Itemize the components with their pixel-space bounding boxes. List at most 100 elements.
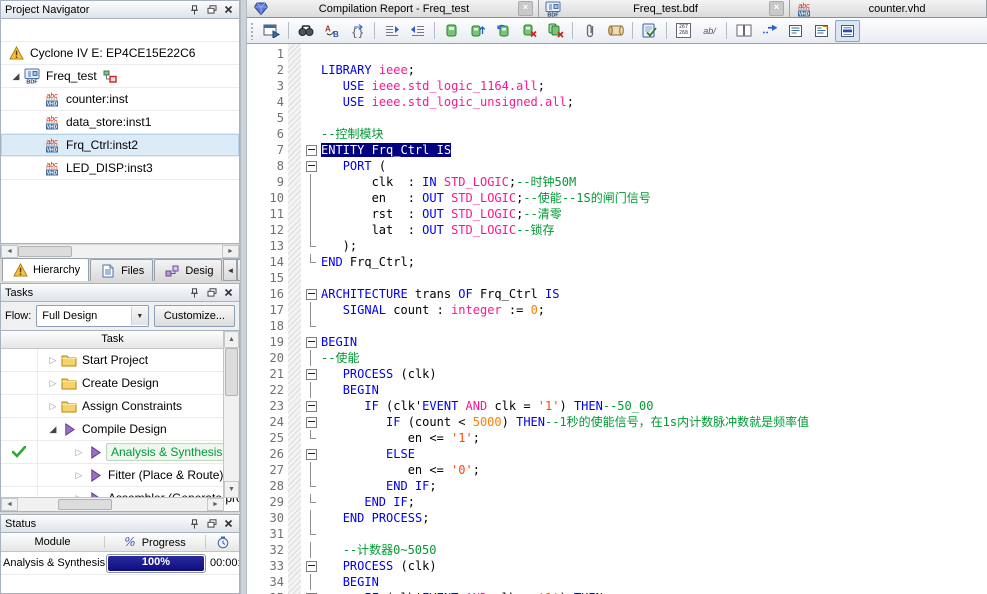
project-tree[interactable]: Cyclone IV E: EP4CE15E22C6 ◢ BDF Freq_test a… <box>0 19 240 244</box>
fold-margin[interactable] <box>304 558 318 574</box>
fold-margin[interactable] <box>304 142 318 158</box>
navigator-tab-hierarchy[interactable]: Hierarchy <box>2 258 90 281</box>
task-row[interactable]: ▷ Create Design <box>1 372 224 395</box>
replace-button[interactable]: AB <box>319 20 344 42</box>
close-icon[interactable] <box>222 518 235 530</box>
expander-icon[interactable]: ▷ <box>46 401 60 412</box>
close-icon[interactable] <box>222 287 235 299</box>
flow-select[interactable]: Full Design ▼ <box>36 305 149 327</box>
split-window-button[interactable] <box>731 20 756 42</box>
fold-margin[interactable] <box>304 334 318 350</box>
document-tab[interactable]: Compilation Report - Freq_test × <box>247 0 539 17</box>
customize-button[interactable]: Customize... <box>153 305 235 327</box>
fold-margin[interactable] <box>304 398 318 414</box>
navigator-tab-files[interactable]: Files <box>90 259 154 281</box>
scroll-left-icon[interactable]: ◄ <box>1 245 18 258</box>
fold-margin[interactable] <box>304 446 318 462</box>
time-column-header[interactable] <box>206 534 239 550</box>
pin-icon[interactable] <box>188 518 201 530</box>
close-tab-icon[interactable]: × <box>518 1 533 16</box>
expander-icon[interactable]: ▷ <box>72 470 86 481</box>
fold-margin[interactable] <box>304 414 318 430</box>
fold-collapse-icon[interactable] <box>306 145 317 156</box>
document-tab[interactable]: abc VHD counter.vhd <box>790 0 987 17</box>
scrollbar-thumb[interactable] <box>225 348 238 396</box>
panel-splitter[interactable] <box>240 0 247 594</box>
scroll-left-icon[interactable]: ◄ <box>1 498 18 511</box>
scroll-up-icon[interactable]: ▲ <box>224 331 239 348</box>
chevron-down-icon[interactable]: ▼ <box>130 307 148 325</box>
clear-all-bookmarks-button[interactable] <box>543 20 568 42</box>
tasks-vscrollbar[interactable]: ▲ ▼ <box>223 331 239 498</box>
expander-icon[interactable]: ▷ <box>46 378 60 389</box>
fold-collapse-icon[interactable] <box>306 161 317 172</box>
fold-collapse-icon[interactable] <box>306 337 317 348</box>
fold-collapse-icon[interactable] <box>306 289 317 300</box>
find-button[interactable] <box>293 20 318 42</box>
scroll-right-icon[interactable]: ► <box>207 498 224 511</box>
task-column-header[interactable]: Task <box>1 331 224 349</box>
fold-view-button[interactable] <box>809 20 834 42</box>
toggle-bookmark-button[interactable] <box>439 20 464 42</box>
fold-collapse-icon[interactable] <box>306 369 317 380</box>
float-icon[interactable] <box>205 518 218 530</box>
navigator-hscrollbar[interactable]: ◄ ► <box>0 244 240 259</box>
expander-icon[interactable]: ▷ <box>72 447 86 458</box>
match-brace-button[interactable]: {} <box>345 20 370 42</box>
fold-collapse-icon[interactable] <box>306 401 317 412</box>
clear-bookmark-button[interactable] <box>517 20 542 42</box>
dock-window-button[interactable] <box>259 20 284 42</box>
pin-icon[interactable] <box>188 4 201 16</box>
tab-scroll-left-icon[interactable]: ◄ <box>223 259 238 281</box>
insert-template-button[interactable] <box>603 20 628 42</box>
fold-margin[interactable] <box>304 590 318 594</box>
fold-margin[interactable] <box>304 286 318 302</box>
previous-bookmark-button[interactable] <box>491 20 516 42</box>
tree-item[interactable]: abc VHD Frq_Ctrl:inst2 <box>1 134 239 157</box>
fold-collapse-icon[interactable] <box>306 417 317 428</box>
insert-file-button[interactable] <box>577 20 602 42</box>
expander-icon[interactable]: ◢ <box>9 71 23 82</box>
whitespace-button[interactable]: ab/ <box>697 20 722 42</box>
analyze-file-button[interactable] <box>637 20 662 42</box>
expander-icon[interactable]: ◢ <box>46 424 60 435</box>
line-count-button[interactable]: 267 268 <box>671 20 696 42</box>
show-lines-button[interactable] <box>783 20 808 42</box>
tree-item[interactable]: abc VHD LED_DISP:inst3 <box>1 157 239 180</box>
code-editor[interactable]: 1 2 LIBRARY ieee; 3 USE ieee.std_logic_1164… <box>247 44 987 594</box>
scrollbar-thumb[interactable] <box>18 246 72 257</box>
task-row[interactable]: ▷ Assign Constraints <box>1 395 224 418</box>
pin-icon[interactable] <box>188 287 201 299</box>
scroll-right-icon[interactable]: ► <box>222 245 239 258</box>
goto-line-button[interactable] <box>757 20 782 42</box>
tree-item[interactable]: abc VHD counter:inst <box>1 88 239 111</box>
fold-margin[interactable] <box>304 158 318 174</box>
scroll-down-icon[interactable]: ▼ <box>224 481 239 498</box>
tree-item[interactable]: Cyclone IV E: EP4CE15E22C6 <box>1 42 239 65</box>
module-column-header[interactable]: Module <box>1 536 105 548</box>
tree-item[interactable]: abc VHD data_store:inst1 <box>1 111 239 134</box>
indent-button[interactable] <box>379 20 404 42</box>
document-tab[interactable]: BDF Freq_test.bdf × <box>539 0 790 17</box>
toolbar-grip[interactable] <box>250 21 255 40</box>
task-row[interactable]: ▷ Fitter (Place & Route) <box>1 464 224 487</box>
outdent-button[interactable] <box>405 20 430 42</box>
float-icon[interactable] <box>205 4 218 16</box>
scrollbar-thumb[interactable] <box>58 499 112 510</box>
task-row[interactable]: ◢ Compile Design <box>1 418 224 441</box>
fold-collapse-icon[interactable] <box>306 561 317 572</box>
fold-margin[interactable] <box>304 366 318 382</box>
expander-icon[interactable]: ▷ <box>46 355 60 366</box>
task-row[interactable]: ▷ Analysis & Synthesis <box>1 441 228 464</box>
active-line-button[interactable] <box>835 19 860 42</box>
close-tab-icon[interactable]: × <box>769 1 784 16</box>
tree-item[interactable]: ◢ BDF Freq_test <box>1 65 239 88</box>
float-icon[interactable] <box>205 287 218 299</box>
next-bookmark-button[interactable] <box>465 20 490 42</box>
progress-column-header[interactable]: % Progress <box>105 535 206 549</box>
fold-collapse-icon[interactable] <box>306 449 317 460</box>
navigator-tab-desig[interactable]: Desig <box>154 259 223 281</box>
close-icon[interactable] <box>222 4 235 16</box>
tasks-hscrollbar[interactable]: ◄ ► <box>1 497 224 511</box>
task-row[interactable]: ▷ Start Project <box>1 349 224 372</box>
